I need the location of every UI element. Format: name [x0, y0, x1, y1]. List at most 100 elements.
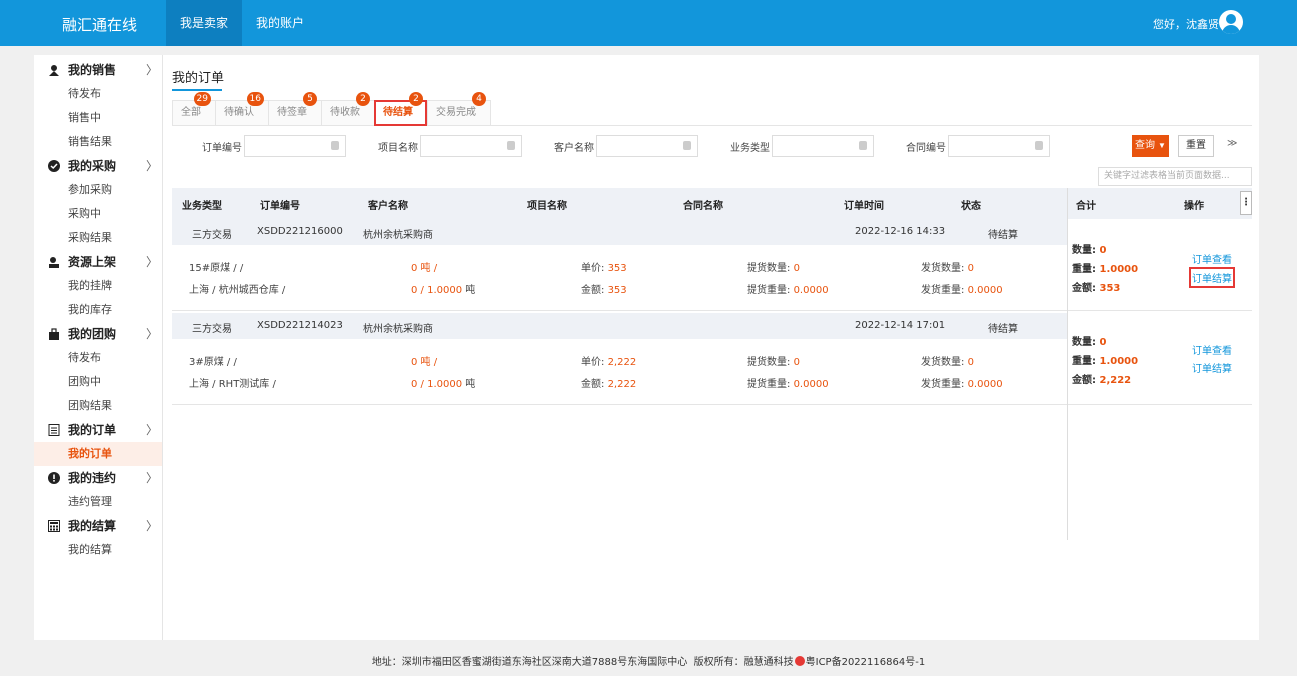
column-customer-name[interactable]: 客户名称	[368, 197, 408, 212]
order-type: 三方交易	[192, 230, 232, 241]
sidebar-item-selling[interactable]: 销售中	[34, 106, 162, 130]
order-status-tabs: 全部 29 待确认 16 待签章 5 待收款 2 待结算 2 交易完成 4	[172, 92, 491, 126]
unit-price-value: 2,222	[607, 357, 637, 368]
input-clear-icon	[1035, 141, 1043, 150]
shipped-quantity: 发货数量: 0	[921, 353, 974, 368]
column-business-type[interactable]: 业务类型	[182, 197, 222, 212]
pickup-weight-value: 0.0000	[793, 285, 829, 296]
sidebar-group-group-buy[interactable]: 我的团购 〉	[34, 322, 162, 346]
keyword-filter-input[interactable]: 关键字过滤表格当前页面数据...	[1098, 167, 1252, 186]
tab-pending-payment[interactable]: 待收款 2	[321, 92, 374, 126]
product-location: 上海 / RHT测试库 /	[189, 379, 276, 390]
total-weight: 重量: 1.0000	[1072, 352, 1138, 367]
total-quantity-label: 数量:	[1072, 245, 1096, 256]
sidebar-group-label: 我的销售	[68, 63, 117, 77]
tab-pending-settlement[interactable]: 待结算 2	[374, 92, 427, 126]
sidebar-item-default-management[interactable]: 违约管理	[34, 490, 162, 514]
total-quantity-value: 0	[1099, 337, 1107, 348]
sidebar-item-sales-pending[interactable]: 待发布	[34, 82, 162, 106]
view-order-link[interactable]: 订单查看	[1192, 251, 1232, 266]
tab-label: 全部	[181, 107, 201, 118]
sidebar-item-join-purchase[interactable]: 参加采购	[34, 178, 162, 202]
user-greeting[interactable]: 您好，沈鑫贤	[1153, 16, 1219, 32]
tab-pending-confirm[interactable]: 待确认 16	[215, 92, 268, 126]
shipped-weight: 发货重量: 0.0000	[921, 281, 1003, 296]
customer-name-input[interactable]	[596, 135, 698, 157]
expand-filters-icon[interactable]: ≫	[1227, 138, 1237, 149]
project-name-input[interactable]	[420, 135, 522, 157]
amount-value: 2,222	[607, 379, 637, 390]
sidebar-item-my-orders[interactable]: 我的订单	[34, 442, 162, 466]
total-weight-value: 1.0000	[1099, 264, 1139, 275]
chevron-right-icon: 〉	[146, 255, 159, 269]
tab-all[interactable]: 全部 29	[172, 92, 215, 126]
total-weight-label: 重量:	[1072, 264, 1096, 275]
settle-order-link[interactable]: 订单结算	[1192, 360, 1232, 375]
brand-logo-text[interactable]: 融汇通在线	[62, 14, 137, 35]
column-order-number[interactable]: 订单编号	[260, 197, 300, 212]
total-amount-value: 2,222	[1099, 375, 1132, 386]
view-order-link[interactable]: 订单查看	[1192, 342, 1232, 357]
quantity-weight-value: 0 / 1.0000	[411, 379, 463, 390]
nav-my-account[interactable]: 我的账户	[242, 0, 318, 46]
footer-icp[interactable]: 粤ICP备2022116864号-1	[806, 657, 926, 668]
query-button[interactable]: 查询 ▼	[1132, 135, 1169, 157]
pickup-weight: 提货重量: 0.0000	[747, 375, 829, 390]
sidebar-group-label: 我的违约	[68, 471, 117, 485]
column-contract-name[interactable]: 合同名称	[683, 197, 723, 212]
sidebar-group-sales[interactable]: 我的销售 〉	[34, 58, 162, 82]
shipped-quantity-value: 0	[967, 263, 974, 274]
input-clear-icon	[507, 141, 515, 150]
business-type-input[interactable]	[772, 135, 874, 157]
contract-number-input[interactable]	[948, 135, 1050, 157]
tab-label: 待结算	[383, 107, 413, 118]
column-settings-icon[interactable]: ⋮	[1240, 191, 1252, 215]
pickup-weight: 提货重量: 0.0000	[747, 281, 829, 296]
column-order-time[interactable]: 订单时间	[844, 197, 884, 212]
settle-order-link[interactable]: 订单结算	[1189, 267, 1235, 288]
main-content: 我的订单 全部 29 待确认 16 待签章 5 待收款 2 待结算 2 交易完成…	[172, 55, 1252, 640]
order-time: 2022-12-14 17:01	[855, 320, 946, 331]
sidebar-item-my-settlement[interactable]: 我的结算	[34, 538, 162, 562]
sidebar-group-orders[interactable]: 我的订单 〉	[34, 418, 162, 442]
order-number-input[interactable]	[244, 135, 346, 157]
sidebar-group-shelf[interactable]: 资源上架 〉	[34, 250, 162, 274]
product-name: 15#原煤 / /	[189, 263, 244, 274]
column-project-name[interactable]: 项目名称	[527, 197, 567, 212]
tab-label: 待收款	[330, 107, 360, 118]
sidebar-item-my-listing[interactable]: 我的挂牌	[34, 274, 162, 298]
quantity-tons: 0 吨 /	[411, 263, 438, 274]
order-status: 待结算	[988, 230, 1018, 241]
total-amount: 金额: 353	[1072, 279, 1120, 294]
total-amount: 金额: 2,222	[1072, 371, 1131, 386]
sidebar-item-group-pending[interactable]: 待发布	[34, 346, 162, 370]
column-total[interactable]: 合计	[1076, 197, 1096, 212]
sidebar-item-my-stock[interactable]: 我的库存	[34, 298, 162, 322]
order-customer: 杭州余杭采购商	[363, 230, 433, 241]
pickup-weight-value: 0.0000	[793, 379, 829, 390]
sidebar-group-settlement[interactable]: 我的结算 〉	[34, 514, 162, 538]
order-customer: 杭州余杭采购商	[363, 324, 433, 335]
sidebar-item-group-result[interactable]: 团购结果	[34, 394, 162, 418]
sidebar-group-purchase[interactable]: 我的采购 〉	[34, 154, 162, 178]
order-number: XSDD221214023	[257, 320, 343, 331]
unit-price-value: 353	[607, 263, 627, 274]
user-avatar-icon[interactable]	[1219, 10, 1243, 34]
reset-button[interactable]: 重置	[1178, 135, 1214, 157]
filter-label-customer-name: 客户名称	[554, 143, 594, 154]
tab-count-badge: 5	[303, 92, 317, 106]
column-actions[interactable]: 操作	[1184, 197, 1204, 212]
sidebar-item-purchasing[interactable]: 采购中	[34, 202, 162, 226]
sidebar-item-sales-result[interactable]: 销售结果	[34, 130, 162, 154]
nav-seller[interactable]: 我是卖家	[166, 0, 243, 46]
tab-completed[interactable]: 交易完成 4	[427, 92, 491, 126]
sidebar-item-purchase-result[interactable]: 采购结果	[34, 226, 162, 250]
total-quantity: 数量: 0	[1072, 333, 1106, 348]
tab-pending-sign[interactable]: 待签章 5	[268, 92, 321, 126]
sidebar-group-default[interactable]: 我的违约 〉	[34, 466, 162, 490]
total-weight-label: 重量:	[1072, 356, 1096, 367]
sidebar-item-group-in-progress[interactable]: 团购中	[34, 370, 162, 394]
table-header: 业务类型 订单编号 客户名称 项目名称 合同名称 订单时间 状态 合计 操作 ⋮	[172, 188, 1252, 219]
alert-icon	[48, 472, 60, 484]
column-status[interactable]: 状态	[961, 197, 981, 212]
